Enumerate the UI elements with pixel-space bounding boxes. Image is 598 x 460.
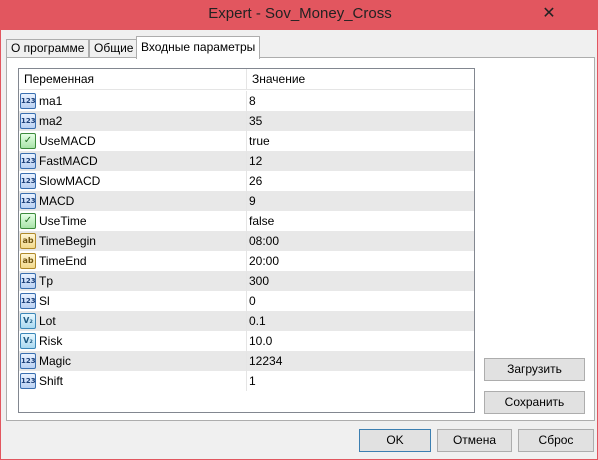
parameter-name: Sl — [39, 294, 50, 308]
parameter-value[interactable]: 9 — [249, 191, 474, 211]
parameter-value[interactable]: 20:00 — [249, 251, 474, 271]
parameter-value[interactable]: 1 — [249, 371, 474, 391]
table-row[interactable]: ab TimeBegin 08:00 — [19, 231, 474, 251]
column-divider — [246, 331, 247, 351]
table-row[interactable]: 123 MACD 9 — [19, 191, 474, 211]
parameter-value[interactable]: 08:00 — [249, 231, 474, 251]
table-row[interactable]: 123 Magic 12234 — [19, 351, 474, 371]
int-icon: 123 — [20, 353, 36, 369]
title-bar[interactable]: Expert - Sov_Money_Cross ✕ — [1, 0, 598, 30]
int-icon: 123 — [20, 193, 36, 209]
bool-icon: ✓ — [20, 133, 36, 149]
column-divider — [246, 211, 247, 231]
grid-rows: 123 ma1 8 123 ma2 35 ✓ UseMACD true 123 FastMACD 12… — [19, 91, 474, 391]
parameter-name: ma1 — [39, 94, 63, 108]
parameter-value[interactable]: 12234 — [249, 351, 474, 371]
column-divider — [246, 311, 247, 331]
column-header-variable[interactable]: Переменная — [19, 69, 247, 90]
expert-properties-window: Expert - Sov_Money_Cross ✕ О программе О… — [0, 0, 598, 460]
table-row[interactable]: ab TimeEnd 20:00 — [19, 251, 474, 271]
column-divider — [246, 291, 247, 311]
string-icon: ab — [20, 233, 36, 249]
table-row[interactable]: 123 ma2 35 — [19, 111, 474, 131]
parameter-name: TimeEnd — [39, 254, 87, 268]
double-icon: V₂ — [20, 313, 36, 329]
column-divider — [246, 271, 247, 291]
table-row[interactable]: V₂ Lot 0.1 — [19, 311, 474, 331]
parameter-name: Magic — [39, 354, 72, 368]
grid-header: Переменная Значение — [19, 69, 474, 90]
parameter-name: MACD — [39, 194, 75, 208]
parameter-name: ma2 — [39, 114, 63, 128]
column-divider — [246, 371, 247, 391]
column-divider — [246, 351, 247, 371]
parameter-value[interactable]: true — [249, 131, 474, 151]
tab-common[interactable]: Общие — [89, 39, 139, 58]
int-icon: 123 — [20, 273, 36, 289]
string-icon: ab — [20, 253, 36, 269]
parameters-grid: Переменная Значение 123 ma1 8 123 ma2 35 ✓ UseM… — [18, 68, 475, 413]
parameter-value[interactable]: false — [249, 211, 474, 231]
parameter-value[interactable]: 8 — [249, 91, 474, 111]
parameter-value[interactable]: 26 — [249, 171, 474, 191]
parameter-value[interactable]: 0.1 — [249, 311, 474, 331]
parameter-value[interactable]: 0 — [249, 291, 474, 311]
cancel-button[interactable]: Отмена — [437, 429, 512, 452]
table-row[interactable]: 123 ma1 8 — [19, 91, 474, 111]
parameter-value[interactable]: 300 — [249, 271, 474, 291]
table-row[interactable]: 123 SlowMACD 26 — [19, 171, 474, 191]
int-icon: 123 — [20, 153, 36, 169]
tab-about[interactable]: О программе — [6, 39, 90, 58]
int-icon: 123 — [20, 93, 36, 109]
table-row[interactable]: V₂ Risk 10.0 — [19, 331, 474, 351]
column-divider — [246, 191, 247, 211]
bool-icon: ✓ — [20, 213, 36, 229]
parameter-value[interactable]: 35 — [249, 111, 474, 131]
parameter-name: UseMACD — [39, 134, 96, 148]
double-icon: V₂ — [20, 333, 36, 349]
int-icon: 123 — [20, 373, 36, 389]
int-icon: 123 — [20, 113, 36, 129]
parameter-name: FastMACD — [39, 154, 98, 168]
column-divider — [246, 151, 247, 171]
save-button[interactable]: Сохранить — [484, 391, 585, 414]
parameter-value[interactable]: 12 — [249, 151, 474, 171]
inputs-panel: Переменная Значение 123 ma1 8 123 ma2 35 ✓ UseM… — [6, 57, 595, 421]
table-row[interactable]: ✓ UseTime false — [19, 211, 474, 231]
table-row[interactable]: ✓ UseMACD true — [19, 131, 474, 151]
parameter-name: Lot — [39, 314, 56, 328]
parameter-name: Risk — [39, 334, 63, 348]
load-button[interactable]: Загрузить — [484, 358, 585, 381]
int-icon: 123 — [20, 293, 36, 309]
column-divider — [246, 131, 247, 151]
parameter-name: TimeBegin — [39, 234, 96, 248]
int-icon: 123 — [20, 173, 36, 189]
parameter-name: Shift — [39, 374, 64, 388]
column-divider — [246, 91, 247, 111]
parameter-name: SlowMACD — [39, 174, 101, 188]
close-icon[interactable]: ✕ — [539, 4, 559, 24]
ok-button[interactable]: OK — [359, 429, 431, 452]
column-divider — [246, 171, 247, 191]
table-row[interactable]: 123 FastMACD 12 — [19, 151, 474, 171]
column-divider — [246, 251, 247, 271]
parameter-value[interactable]: 10.0 — [249, 331, 474, 351]
column-header-value[interactable]: Значение — [247, 69, 474, 90]
parameter-name: UseTime — [39, 214, 87, 228]
table-row[interactable]: 123 Shift 1 — [19, 371, 474, 391]
table-row[interactable]: 123 Tp 300 — [19, 271, 474, 291]
window-title: Expert - Sov_Money_Cross — [208, 5, 392, 22]
table-row[interactable]: 123 Sl 0 — [19, 291, 474, 311]
column-divider — [246, 111, 247, 131]
reset-button[interactable]: Сброс — [518, 429, 594, 452]
tab-inputs[interactable]: Входные параметры — [136, 36, 261, 59]
parameter-name: Tp — [39, 274, 54, 288]
column-divider — [246, 231, 247, 251]
